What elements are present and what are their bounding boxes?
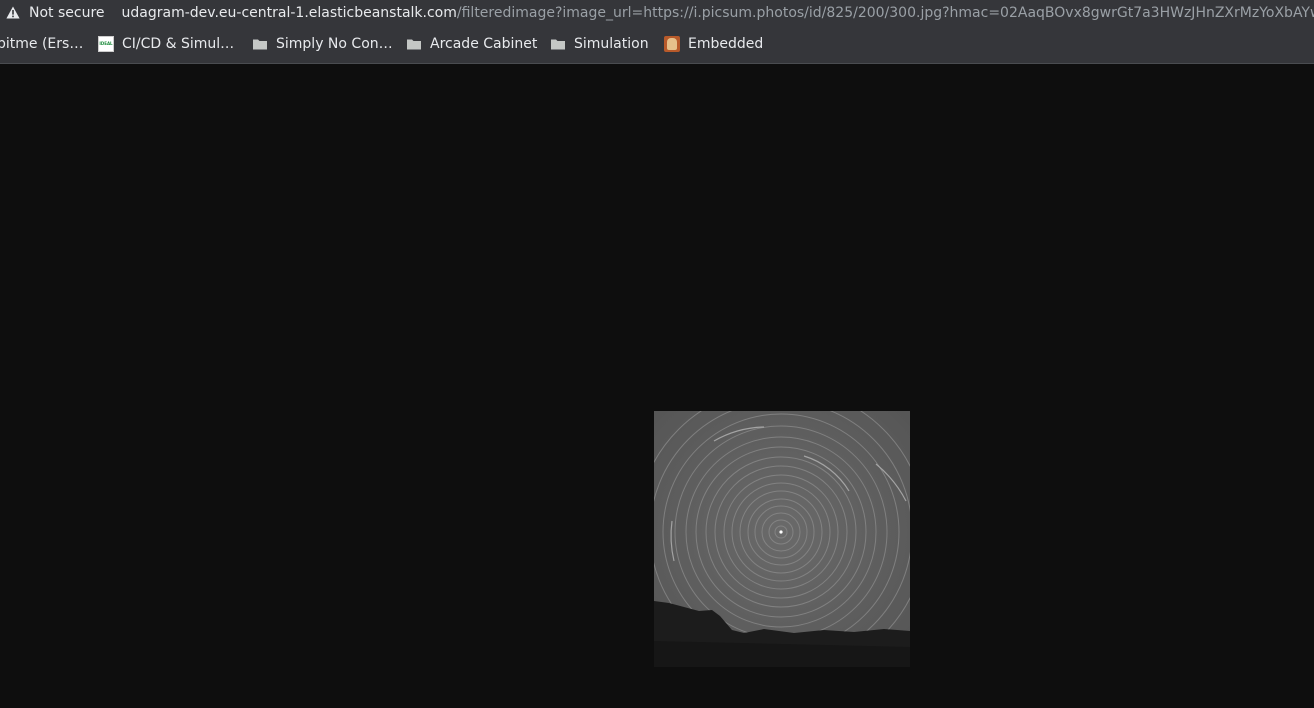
- folder-icon: [252, 36, 268, 52]
- bookmark-folder-arcade-cabinet[interactable]: Arcade Cabinet: [406, 25, 537, 63]
- bookmark-cicd-simulation[interactable]: IDEAL CI/CD & Simul…: [98, 25, 234, 63]
- bookmark-folder-simulation[interactable]: Simulation: [550, 25, 649, 63]
- bookmark-label: Arcade Cabinet: [430, 36, 538, 52]
- bookmark-label: Simulation: [574, 36, 649, 52]
- pixel-art-favicon-icon: [664, 36, 680, 52]
- ideal-favicon-icon: IDEAL: [98, 36, 114, 52]
- bookmark-label: Embedded: [688, 36, 764, 52]
- url-path[interactable]: /filteredimage?image_url=https://i.picsu…: [457, 5, 1314, 21]
- bookmark-label: Simply No Con…: [276, 36, 393, 52]
- warning-triangle-icon[interactable]: [6, 6, 20, 20]
- bookmark-bitme[interactable]: bitme (Ers…: [0, 25, 83, 63]
- url-host[interactable]: udagram-dev.eu-central-1.elasticbeanstal…: [122, 5, 457, 21]
- page-viewport: [0, 64, 1314, 708]
- folder-icon: [550, 36, 566, 52]
- address-bar[interactable]: Not secure udagram-dev.eu-central-1.elas…: [0, 0, 1314, 25]
- star-trails-image: [654, 411, 910, 667]
- folder-icon: [406, 36, 422, 52]
- security-status-label[interactable]: Not secure: [29, 5, 105, 21]
- bookmark-label: bitme (Ers…: [0, 36, 84, 52]
- bookmarks-bar: bitme (Ers… IDEAL CI/CD & Simul… Simply …: [0, 25, 1314, 64]
- bookmark-embedded[interactable]: Embedded: [664, 25, 763, 63]
- bookmark-folder-simply-no-con[interactable]: Simply No Con…: [252, 25, 393, 63]
- bookmark-label: CI/CD & Simul…: [122, 36, 235, 52]
